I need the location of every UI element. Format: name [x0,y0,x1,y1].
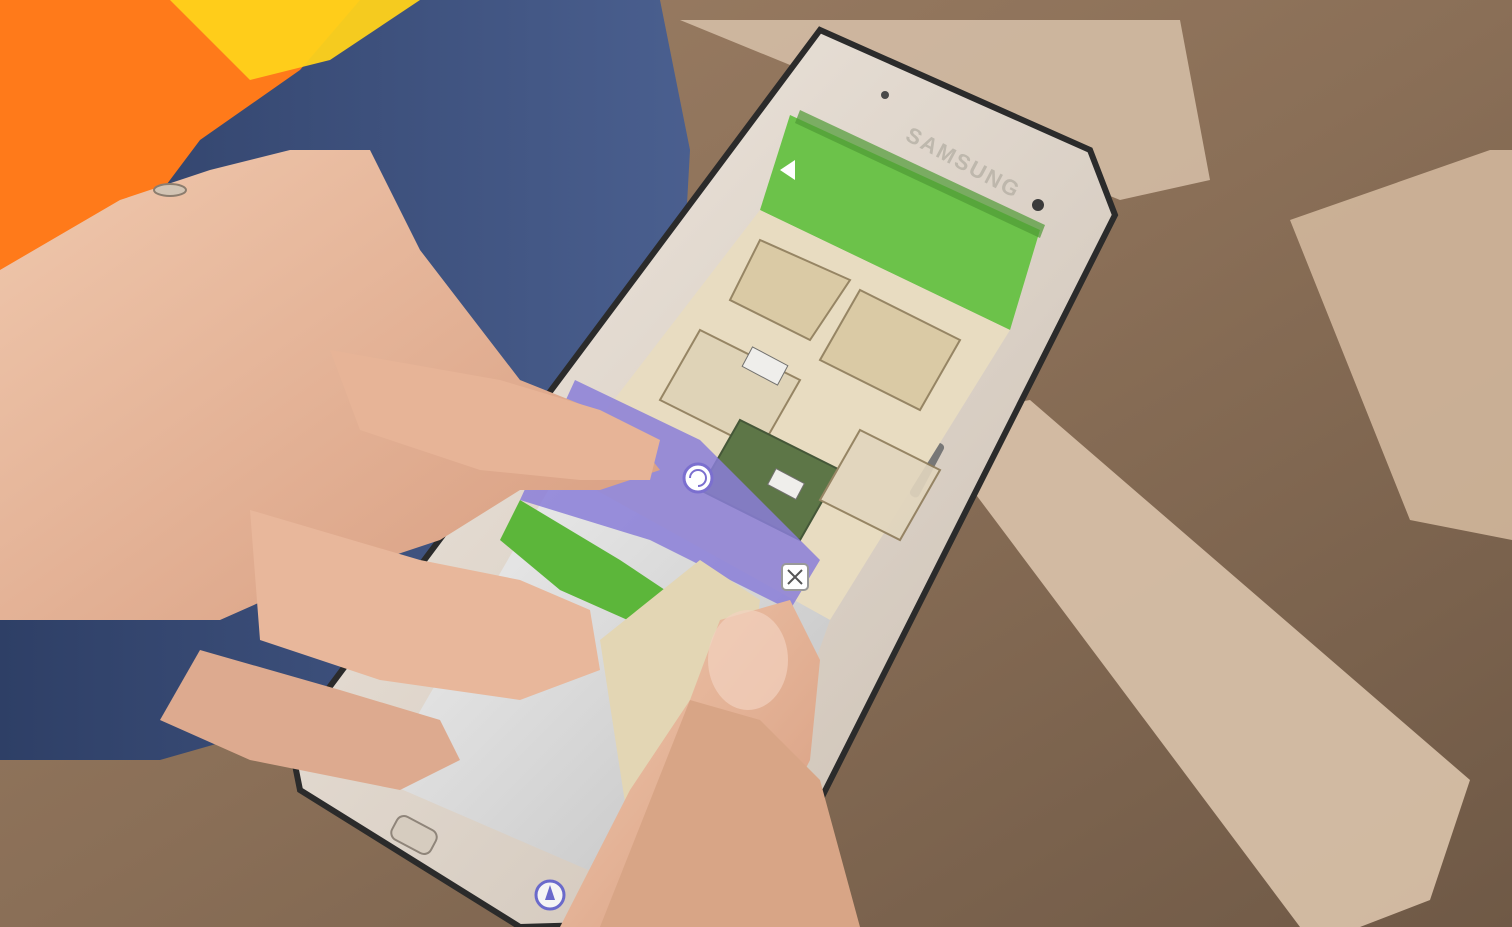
compass-icon[interactable] [534,879,566,911]
close-x-icon[interactable] [781,563,809,591]
rotate-icon[interactable] [682,462,714,494]
finger-ring [153,183,187,197]
photo-scene [0,0,1512,927]
front-camera [1032,199,1044,211]
thumb-nail [708,610,788,710]
sensor-dot [881,91,889,99]
